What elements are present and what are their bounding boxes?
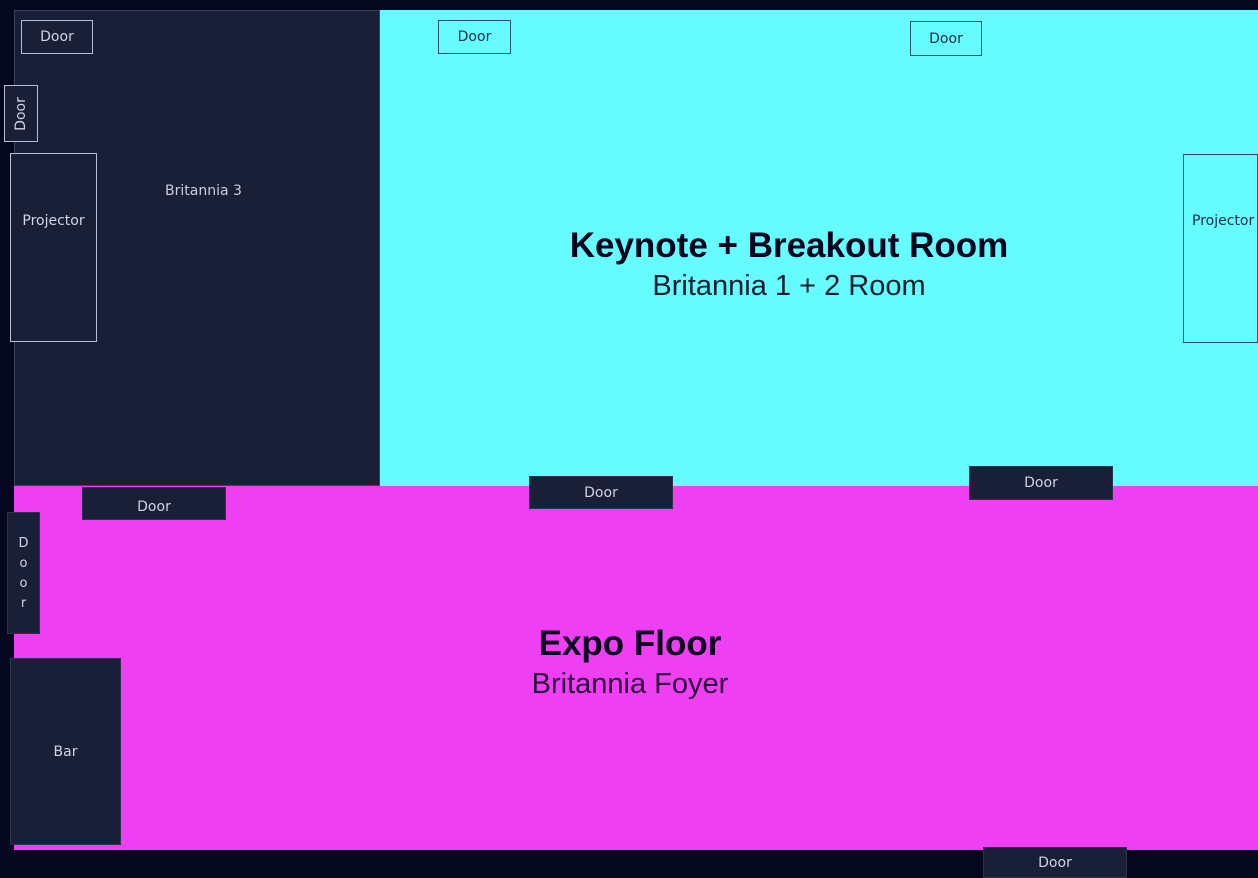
- door-letter: D: [18, 535, 29, 551]
- door-label: Door: [584, 484, 618, 501]
- door-expo-keynote-center[interactable]: Door: [529, 476, 673, 509]
- bar-label: Bar: [53, 743, 78, 760]
- door-vertical-label: D o o r: [18, 537, 28, 610]
- door-label: Door: [457, 29, 492, 45]
- keynote-room-subtitle: Britannia 1 + 2 Room: [652, 270, 926, 302]
- door-letter: o: [19, 575, 28, 591]
- keynote-room-title: Keynote + Breakout Room: [569, 226, 1009, 265]
- projector-label: Projector: [1192, 212, 1255, 229]
- door-britannia-3-top[interactable]: Door: [21, 20, 93, 54]
- door-label: Door: [1024, 475, 1058, 491]
- door-letter: r: [20, 595, 27, 611]
- door-expo-britannia-3[interactable]: Door: [82, 487, 226, 520]
- expo-title-block: Expo Floor Britannia Foyer: [380, 624, 880, 702]
- door-britannia-3-left[interactable]: Door: [4, 85, 38, 142]
- bar-area: Bar: [10, 658, 121, 845]
- britannia-3-label: Britannia 3: [165, 183, 242, 199]
- door-keynote-top-left[interactable]: Door: [438, 20, 511, 54]
- expo-floor-title: Expo Floor: [538, 624, 722, 663]
- projector-keynote: Projector: [1183, 154, 1258, 343]
- door-expo-bottom[interactable]: Door: [983, 847, 1127, 878]
- door-letter: o: [19, 555, 28, 571]
- door-label: Door: [13, 96, 30, 131]
- projector-britannia-3: Projector: [10, 153, 97, 342]
- door-label: Door: [137, 498, 171, 515]
- door-label: Door: [929, 30, 963, 47]
- door-expo-left[interactable]: D o o r: [7, 512, 40, 634]
- door-label: Door: [1038, 854, 1072, 871]
- door-expo-keynote-right[interactable]: Door: [969, 466, 1113, 500]
- expo-floor-subtitle: Britannia Foyer: [531, 668, 729, 700]
- door-keynote-top-right[interactable]: Door: [910, 21, 982, 56]
- door-label: Door: [40, 29, 74, 45]
- keynote-title-block: Keynote + Breakout Room Britannia 1 + 2 …: [380, 226, 1198, 304]
- projector-label: Projector: [22, 212, 85, 229]
